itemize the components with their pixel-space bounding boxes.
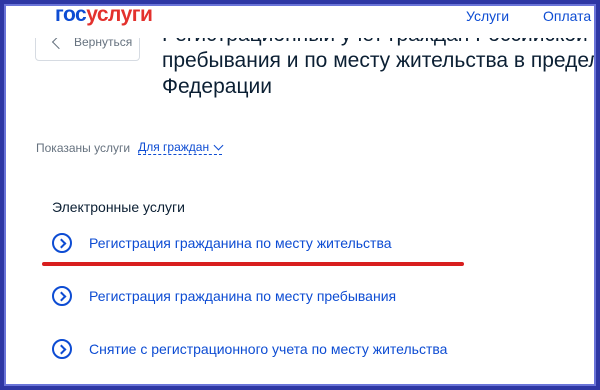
service-link-label: Регистрация гражданина по месту жительст… <box>89 235 392 251</box>
highlight-underline <box>42 262 464 266</box>
service-link-deregistration[interactable]: Снятие с регистрационного учета по месту… <box>52 339 447 359</box>
circle-arrow-right-icon <box>52 233 72 253</box>
page-title-line-3: Федерации <box>162 75 272 98</box>
electronic-services-heading: Электронные услуги <box>52 199 185 215</box>
circle-arrow-right-icon <box>52 339 72 359</box>
circle-arrow-right-icon <box>52 286 72 306</box>
logo-part-gos: гос <box>55 3 87 26</box>
service-link-label: Снятие с регистрационного учета по месту… <box>89 341 448 357</box>
logo-part-uslugi: услуги <box>86 3 153 26</box>
chevron-down-icon <box>213 140 224 150</box>
page-title-line-2: пребывания и по месту жительства в преде… <box>162 49 600 72</box>
service-link-label: Регистрация гражданина по месту пребыван… <box>89 288 397 304</box>
service-link-residence-registration[interactable]: Регистрация гражданина по месту жительст… <box>52 233 392 253</box>
audience-filter-label: Показаны услуги <box>36 140 131 155</box>
service-link-stay-registration[interactable]: Регистрация гражданина по месту пребыван… <box>52 286 396 306</box>
nav-services-link[interactable]: Услуги <box>466 8 509 24</box>
site-header: госуслуги Услуги Оплата <box>0 0 600 38</box>
gosuslugi-logo[interactable]: госуслуги <box>55 3 153 27</box>
audience-select-value: Для граждан <box>138 140 210 154</box>
audience-select[interactable]: Для граждан <box>138 140 224 155</box>
nav-payment-link[interactable]: Оплата <box>543 8 591 24</box>
audience-filter: Показаны услуги Для граждан <box>36 140 224 155</box>
